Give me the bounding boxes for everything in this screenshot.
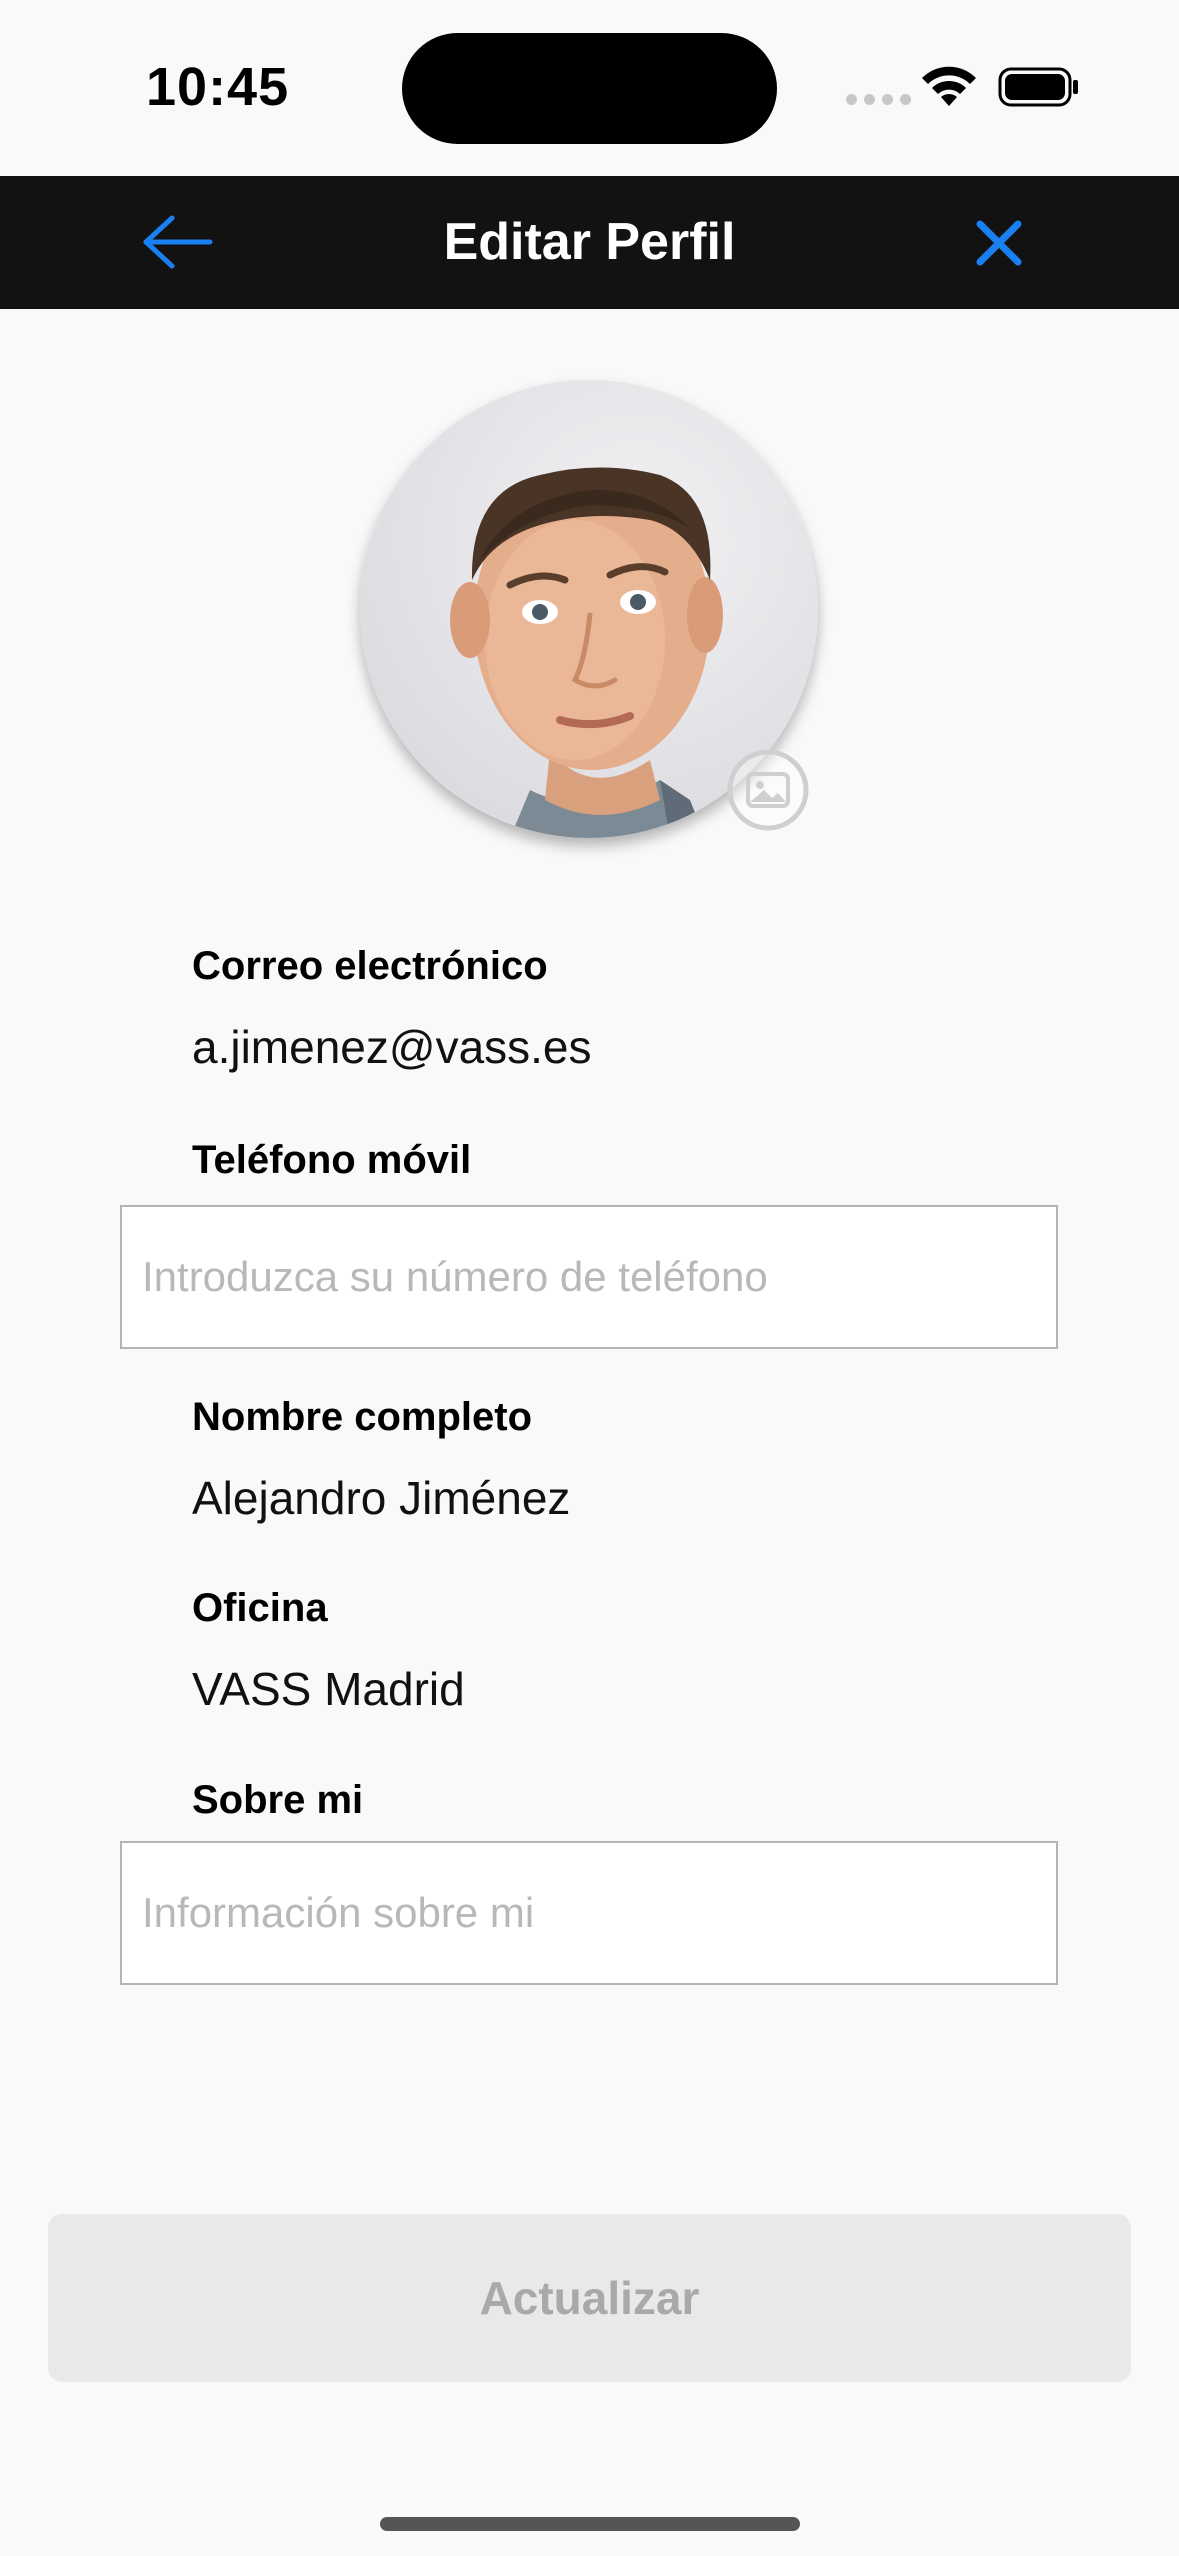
status-bar: 10:45: [0, 0, 1179, 176]
office-value: VASS Madrid: [192, 1663, 465, 1715]
nav-bar: Editar Perfil: [0, 176, 1179, 309]
dynamic-island: [402, 33, 777, 144]
office-label: Oficina: [192, 1586, 328, 1630]
update-button[interactable]: Actualizar: [48, 2214, 1131, 2382]
phone-input[interactable]: [120, 1205, 1058, 1349]
about-label: Sobre mi: [192, 1778, 364, 1822]
about-input[interactable]: [120, 1841, 1058, 1985]
email-value: a.jimenez@vass.es: [192, 1021, 592, 1073]
full-name-label: Nombre completo: [192, 1395, 533, 1439]
wifi-icon: [922, 66, 976, 106]
email-label: Correo electrónico: [192, 944, 548, 988]
full-name-value: Alejandro Jiménez: [192, 1472, 571, 1524]
status-time: 10:45: [146, 57, 290, 117]
battery-icon: [998, 67, 1078, 107]
image-icon[interactable]: [726, 748, 810, 832]
close-icon[interactable]: [970, 214, 1028, 272]
phone-label: Teléfono móvil: [192, 1138, 472, 1182]
cellular-signal-icon: [846, 94, 911, 105]
home-indicator: [380, 2517, 800, 2531]
